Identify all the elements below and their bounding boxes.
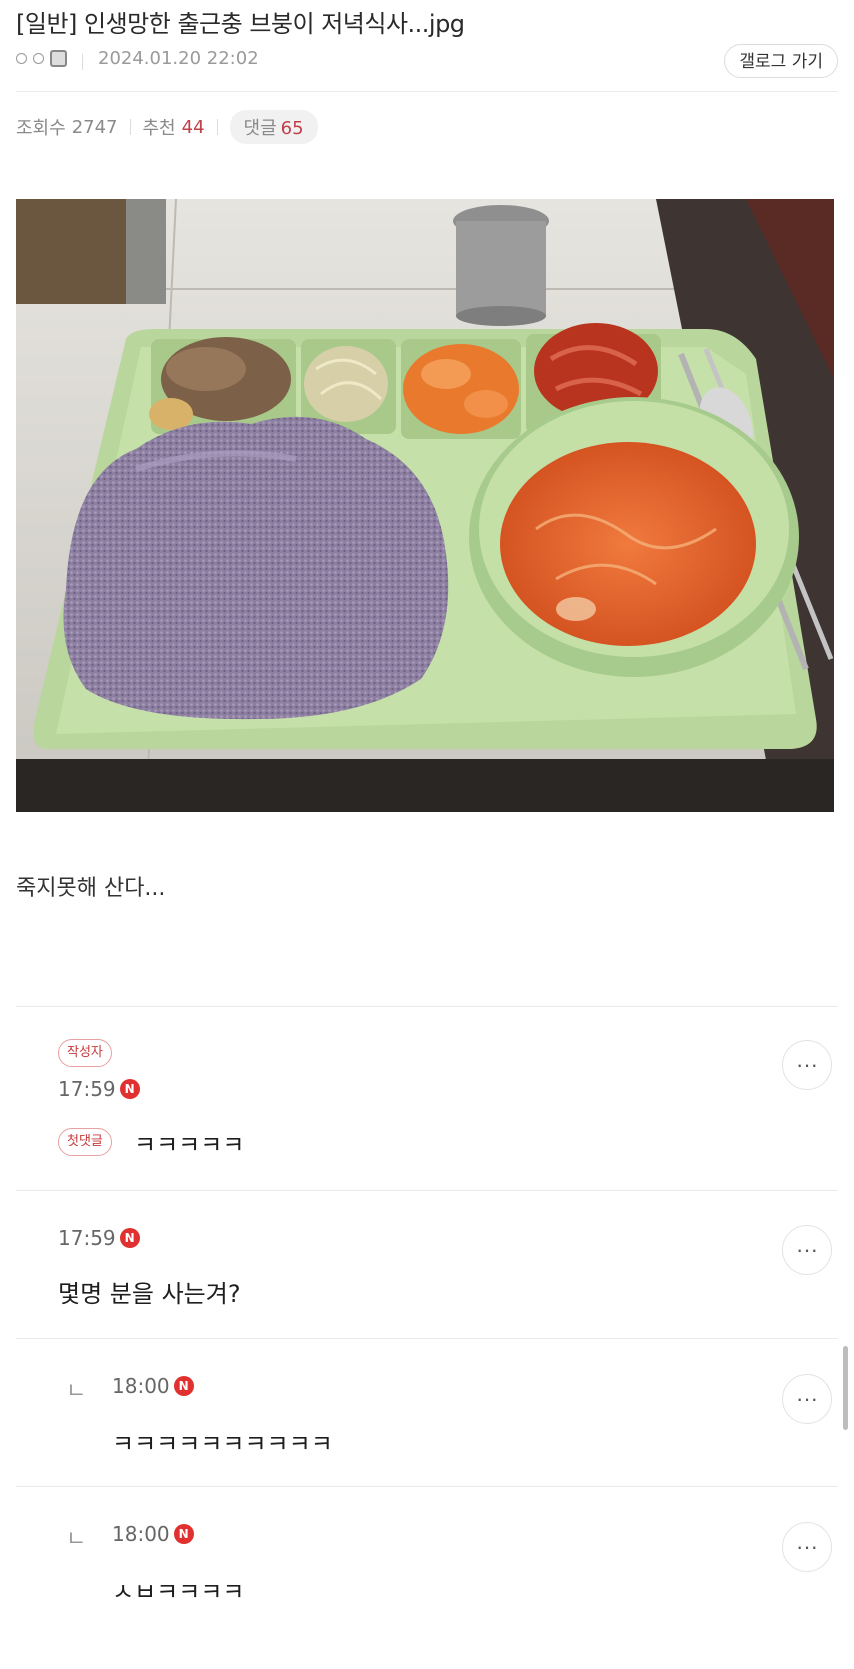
post-stats: 조회수 2747 추천 44 댓글 65 bbox=[16, 110, 318, 144]
recommend-count: 44 bbox=[181, 116, 205, 138]
views-label: 조회수 bbox=[16, 118, 66, 139]
comment-time: 17:59 N bbox=[58, 1226, 140, 1250]
more-dots-icon[interactable]: ··· bbox=[782, 1040, 832, 1090]
comment-divider bbox=[16, 1486, 838, 1487]
comment-time-text: 18:00 bbox=[112, 1374, 170, 1398]
comment-time: 18:00 N bbox=[112, 1522, 194, 1546]
gallog-button[interactable]: 갤로그 가기 bbox=[724, 44, 838, 78]
comment-time-text: 17:59 bbox=[58, 1226, 116, 1250]
reply-arrow-icon: ㄴ bbox=[66, 1527, 87, 1552]
post-meta: 2024.01.20 22:02 갤로그 가기 bbox=[16, 44, 838, 80]
header-divider bbox=[16, 91, 838, 92]
new-badge-icon: N bbox=[173, 1376, 194, 1396]
more-dots-icon[interactable]: ··· bbox=[782, 1522, 832, 1572]
comment-count-button[interactable]: 댓글 65 bbox=[229, 110, 318, 144]
comment-text: ㅋㅋㅋㅋㅋㅋㅋㅋㅋㅋ bbox=[112, 1430, 333, 1458]
comment-time: 17:59 N bbox=[58, 1077, 140, 1101]
new-badge-icon: N bbox=[119, 1079, 140, 1099]
recommend-label: 추천 bbox=[142, 118, 176, 139]
scrollbar-thumb[interactable] bbox=[843, 1346, 848, 1430]
comment-time-text: 17:59 bbox=[58, 1077, 116, 1101]
post-date: 2024.01.20 22:02 bbox=[98, 48, 259, 69]
comment-time-text: 18:00 bbox=[112, 1522, 170, 1546]
more-dots-icon[interactable]: ··· bbox=[782, 1374, 832, 1424]
comment-text: 몇명 분을 사는겨? bbox=[58, 1280, 241, 1308]
comment-divider bbox=[16, 1338, 838, 1339]
comment-text: ㅅㅂㅋㅋㅋㅋ bbox=[112, 1578, 245, 1606]
comments-divider bbox=[16, 1006, 838, 1007]
views-count: 2747 bbox=[71, 116, 118, 138]
member-icon bbox=[16, 50, 67, 67]
author-badge: 작성자 bbox=[58, 1039, 112, 1067]
comments-count: 65 bbox=[280, 118, 304, 139]
new-badge-icon: N bbox=[119, 1228, 140, 1248]
meta-divider bbox=[82, 54, 83, 70]
post-body: 죽지못해 산다... bbox=[16, 876, 166, 901]
first-comment-badge: 첫댓글 bbox=[58, 1128, 112, 1156]
reply-arrow-icon: ㄴ bbox=[66, 1379, 87, 1404]
more-dots-icon[interactable]: ··· bbox=[782, 1225, 832, 1275]
post-image bbox=[16, 199, 834, 812]
comment-text: ㅋㅋㅋㅋㅋ bbox=[134, 1131, 245, 1159]
comment-time: 18:00 N bbox=[112, 1374, 194, 1398]
comment-divider bbox=[16, 1190, 838, 1191]
comments-label: 댓글 bbox=[243, 118, 277, 139]
post-title: [일반] 인생망한 출근충 브붕이 저녁식사...jpg bbox=[16, 10, 465, 38]
new-badge-icon: N bbox=[173, 1524, 194, 1544]
